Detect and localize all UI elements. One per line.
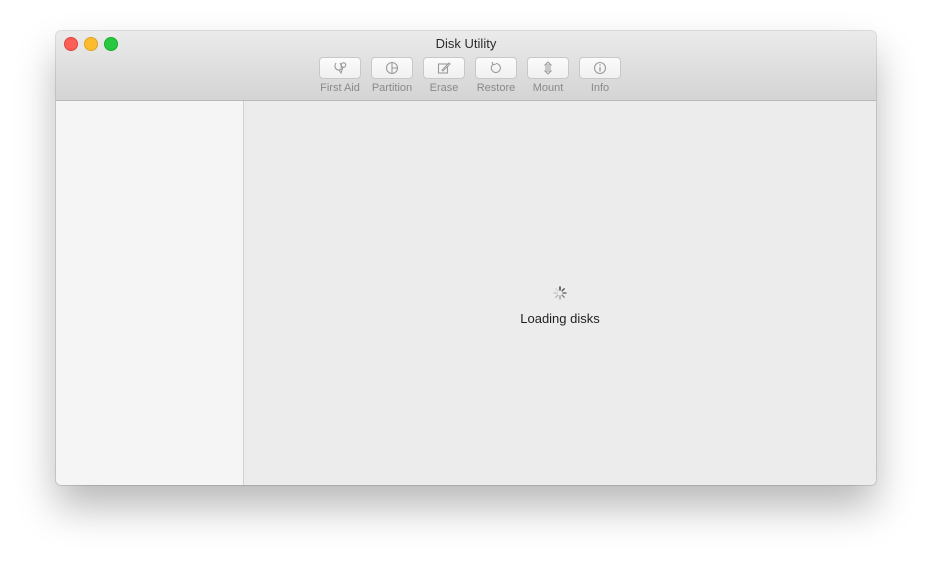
- info-label: Info: [590, 82, 610, 94]
- erase-pencil-icon: [437, 62, 451, 74]
- restore-label: Restore: [476, 82, 516, 94]
- window-title: Disk Utility: [435, 36, 497, 51]
- info-icon: [593, 61, 607, 75]
- mount-label: Mount: [532, 82, 564, 94]
- first-aid-button[interactable]: First Aid: [314, 57, 366, 94]
- loading-spinner-icon: [553, 286, 567, 300]
- sidebar: [56, 101, 244, 485]
- mount-icon: [543, 61, 553, 75]
- erase-button[interactable]: Erase: [418, 57, 470, 94]
- info-button[interactable]: Info: [574, 57, 626, 94]
- disk-utility-window: Disk Utility First Aid Partition Erase R…: [56, 31, 876, 485]
- first-aid-label: First Aid: [320, 82, 360, 94]
- partition-button[interactable]: Partition: [366, 57, 418, 94]
- restore-button[interactable]: Restore: [470, 57, 522, 94]
- restore-arrow-icon: [490, 61, 501, 74]
- title-bar: Disk Utility First Aid Partition Erase R…: [56, 31, 876, 101]
- main-content: Loading disks: [244, 101, 876, 485]
- partition-label: Partition: [371, 82, 413, 94]
- partition-pie-icon: [385, 61, 399, 75]
- erase-label: Erase: [429, 82, 459, 94]
- loading-status-text: Loading disks: [520, 311, 600, 326]
- mount-button[interactable]: Mount: [522, 57, 574, 94]
- stethoscope-icon: [334, 62, 347, 75]
